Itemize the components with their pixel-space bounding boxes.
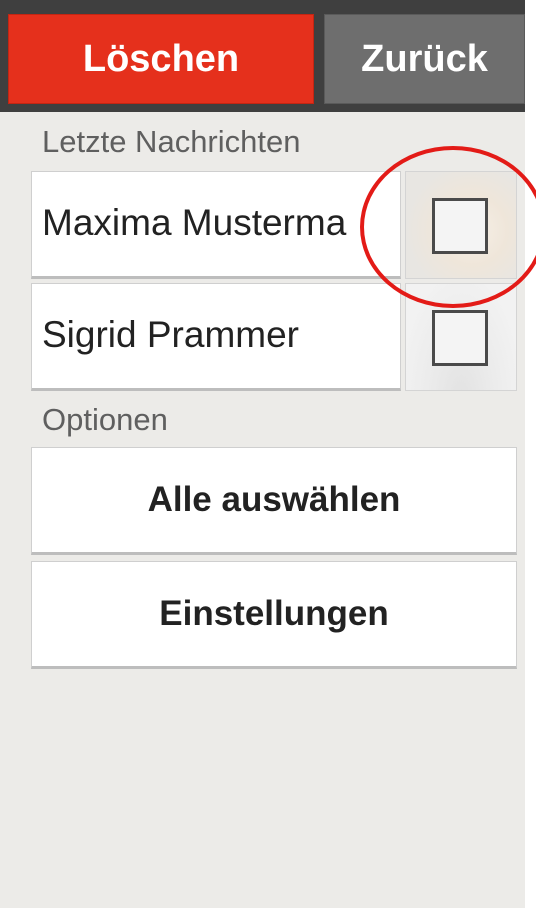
contact-row[interactable]: Maxima Musterma xyxy=(31,171,517,279)
select-checkbox[interactable] xyxy=(432,310,488,366)
contact-name-box[interactable]: Sigrid Prammer xyxy=(31,283,401,391)
select-all-button[interactable]: Alle auswählen xyxy=(31,447,517,555)
recent-messages-heading: Letzte Nachrichten xyxy=(42,124,301,159)
delete-button[interactable]: Löschen xyxy=(8,14,314,104)
contact-select-area[interactable] xyxy=(405,171,517,279)
options-heading: Optionen xyxy=(42,402,168,437)
contact-name-box[interactable]: Maxima Musterma xyxy=(31,171,401,279)
settings-button[interactable]: Einstellungen xyxy=(31,561,517,669)
contact-row[interactable]: Sigrid Prammer xyxy=(31,283,517,391)
back-button[interactable]: Zurück xyxy=(324,14,525,104)
contact-select-area[interactable] xyxy=(405,283,517,391)
app-screen: Löschen Zurück Letzte Nachrichten Maxima… xyxy=(0,0,525,908)
select-checkbox[interactable] xyxy=(432,198,488,254)
action-bar: Löschen Zurück xyxy=(0,0,525,112)
contact-name: Maxima Musterma xyxy=(42,202,347,243)
contact-name: Sigrid Prammer xyxy=(42,314,299,355)
